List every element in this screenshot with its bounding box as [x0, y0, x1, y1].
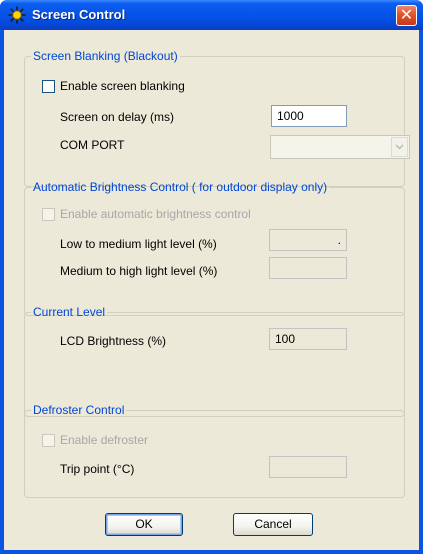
- low-medium-light-label: Low to medium light level (%): [60, 237, 217, 251]
- screen-on-delay-label: Screen on delay (ms): [60, 110, 175, 124]
- com-port-select[interactable]: [270, 135, 410, 159]
- enable-auto-brightness-label[interactable]: Enable automatic brightness control: [60, 207, 251, 221]
- ok-button[interactable]: OK: [105, 513, 183, 536]
- enable-screen-blanking-checkbox[interactable]: [42, 80, 55, 93]
- lcd-brightness-value: 100: [269, 328, 347, 350]
- window-title: Screen Control: [32, 7, 126, 22]
- com-port-label: COM PORT: [60, 138, 125, 152]
- enable-defroster-checkbox[interactable]: [42, 434, 55, 447]
- low-medium-light-input[interactable]: .: [269, 229, 347, 251]
- dialog-body: Screen Blanking (Blackout) Enable screen…: [4, 30, 419, 550]
- trip-point-label: Trip point (°C): [60, 462, 135, 476]
- enable-defroster-label[interactable]: Enable defroster: [60, 433, 148, 447]
- screen-control-window: Screen Control ✕ Screen Blanking (Blacko…: [0, 0, 423, 554]
- enable-screen-blanking-label[interactable]: Enable screen blanking: [60, 79, 185, 93]
- medium-high-light-input[interactable]: [269, 257, 347, 279]
- enable-auto-brightness-checkbox[interactable]: [42, 208, 55, 221]
- trip-point-input[interactable]: [269, 456, 347, 478]
- defroster-group: Defroster Control: [24, 403, 405, 498]
- close-icon: ✕: [399, 7, 414, 24]
- screen-blanking-legend: Screen Blanking (Blackout): [33, 49, 178, 63]
- chevron-down-icon[interactable]: [391, 137, 408, 157]
- screen-on-delay-input[interactable]: 1000: [271, 105, 347, 127]
- current-level-group: Current Level: [24, 305, 405, 417]
- current-level-legend: Current Level: [33, 305, 106, 319]
- medium-high-light-label: Medium to high light level (%): [60, 264, 218, 278]
- close-button[interactable]: ✕: [396, 5, 417, 26]
- title-bar[interactable]: Screen Control ✕: [0, 0, 423, 30]
- cancel-button[interactable]: Cancel: [233, 513, 313, 536]
- auto-brightness-legend: Automatic Brightness Control ( for outdo…: [33, 180, 328, 194]
- defroster-legend: Defroster Control: [33, 403, 125, 417]
- sun-icon: [8, 6, 26, 24]
- lcd-brightness-label: LCD Brightness (%): [60, 334, 167, 348]
